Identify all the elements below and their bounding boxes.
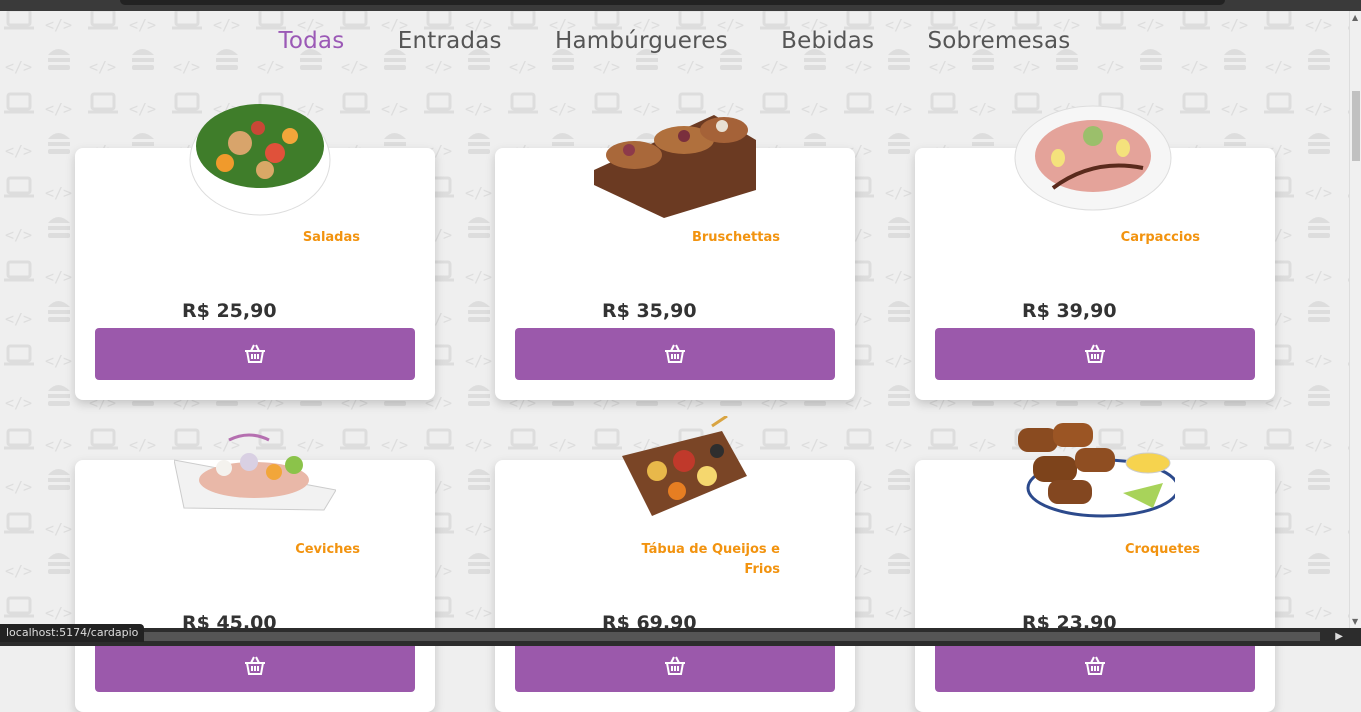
product-price: R$ 25,90	[182, 300, 277, 322]
product-price: R$ 39,90	[1022, 300, 1117, 322]
status-url: localhost:5174/cardapio	[0, 624, 145, 642]
tab-sobremesas[interactable]: Sobremesas	[927, 28, 1070, 54]
scroll-down-icon[interactable]: ▼	[1352, 617, 1358, 626]
product-title: Ceviches	[295, 542, 360, 557]
scrollbar-corner	[1349, 628, 1361, 646]
basket-icon	[245, 656, 265, 675]
basket-icon	[1085, 344, 1105, 363]
horizontal-scrollbar-thumb[interactable]	[140, 632, 1320, 641]
croquettes-plate-image	[1018, 423, 1175, 518]
product-price: R$ 35,90	[602, 300, 697, 322]
product-title: Bruschettas	[691, 230, 780, 245]
product-title: Saladas	[302, 230, 360, 245]
add-to-cart-button[interactable]	[95, 328, 415, 380]
add-to-cart-button[interactable]	[95, 640, 415, 692]
browser-top-edge	[0, 0, 1361, 11]
tab-bebidas[interactable]: Bebidas	[781, 28, 874, 54]
category-nav: Todas Entradas Hambúrgueres Bebidas Sobr…	[0, 28, 1349, 54]
vertical-scrollbar[interactable]: ▲ ▼	[1349, 11, 1361, 628]
product-title: Carpaccios	[1120, 230, 1200, 245]
add-to-cart-button[interactable]	[935, 640, 1255, 692]
add-to-cart-button[interactable]	[935, 328, 1255, 380]
horizontal-scrollbar[interactable]: ▶	[0, 628, 1349, 646]
carpaccio-plate-image	[1014, 105, 1172, 211]
ceviche-plate-image	[174, 433, 336, 511]
bruschetta-board-image	[594, 115, 756, 218]
tab-entradas[interactable]: Entradas	[398, 28, 502, 54]
cheese-board-image	[622, 416, 747, 516]
salad-bowl-image	[189, 104, 331, 216]
tab-hamburgueres[interactable]: Hambúrgueres	[555, 28, 728, 54]
product-title: Tábua de Queijos e Frios	[641, 542, 780, 577]
product-title: Croquetes	[1124, 542, 1200, 557]
basket-icon	[665, 344, 685, 363]
scrollbar-thumb[interactable]	[1352, 91, 1360, 161]
basket-icon	[245, 344, 265, 363]
add-to-cart-button[interactable]	[515, 640, 835, 692]
tab-todas[interactable]: Todas	[279, 28, 345, 54]
basket-icon	[665, 656, 685, 675]
add-to-cart-button[interactable]	[515, 328, 835, 380]
scroll-up-icon[interactable]: ▲	[1352, 13, 1358, 22]
basket-icon	[1085, 656, 1105, 675]
scroll-right-icon[interactable]: ▶	[1335, 631, 1343, 642]
